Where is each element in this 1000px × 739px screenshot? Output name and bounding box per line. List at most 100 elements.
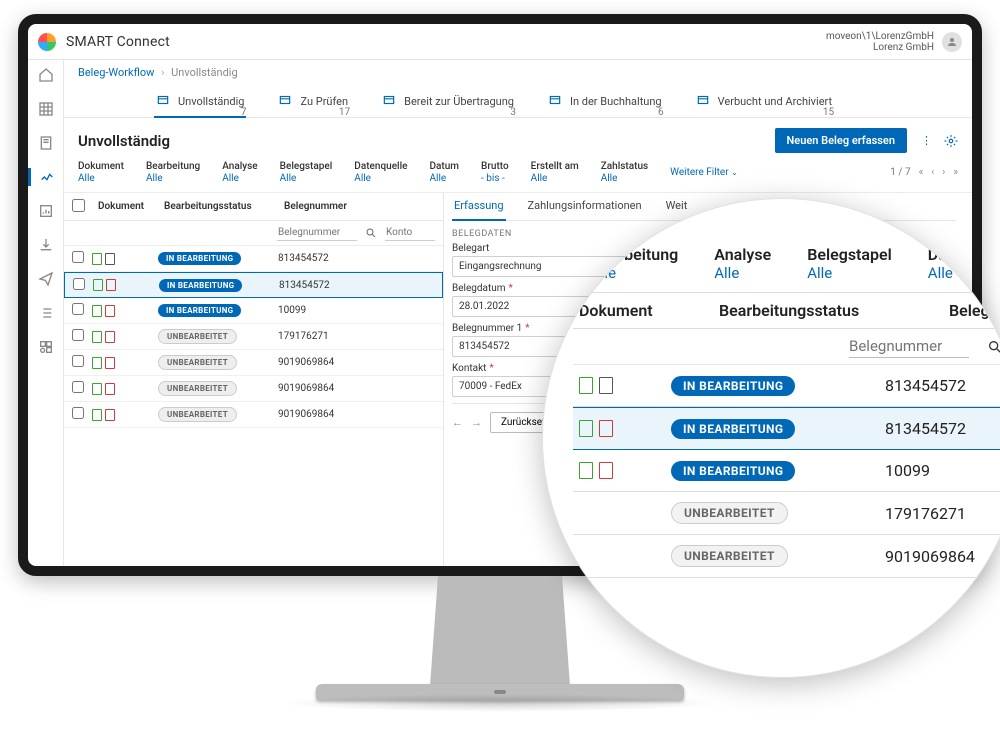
- zoom-filter-col[interactable]: AnalyseAlle: [714, 245, 771, 282]
- workflow-tab[interactable]: In der Buchhaltung6: [546, 87, 664, 117]
- zoom-filter-col[interactable]: BearbeitungAlle: [591, 245, 678, 282]
- workflow-tab[interactable]: Verbucht und Archiviert15: [694, 87, 835, 117]
- document-table: Dokument Bearbeitungsstatus Belegnummer: [64, 193, 444, 566]
- detail-tab[interactable]: Erfassung: [452, 193, 506, 220]
- settings-icon[interactable]: [37, 338, 55, 356]
- belegnummer-cell: 10099: [278, 305, 435, 316]
- status-badge: IN BEARBEITUNG: [158, 252, 241, 265]
- home-icon[interactable]: [37, 66, 55, 84]
- brand-logo-icon: [38, 33, 56, 51]
- row-checkbox[interactable]: [73, 278, 85, 290]
- detail-tab[interactable]: Weit: [664, 193, 690, 220]
- col-dokument[interactable]: Dokument: [98, 201, 156, 212]
- zoom-row[interactable]: UNBEARBEITET9019069864: [573, 535, 1000, 578]
- page-title: Unvollständig: [78, 132, 170, 150]
- filter[interactable]: Brutto- bis -: [481, 161, 509, 184]
- prev-record-icon[interactable]: ←: [452, 416, 463, 429]
- report-icon[interactable]: [37, 202, 55, 220]
- zoom-row[interactable]: IN BEARBEITUNG 10099: [573, 450, 1000, 492]
- table-row[interactable]: UNBEARBEITET179176271: [64, 324, 443, 350]
- status-badge: UNBEARBEITET: [158, 355, 237, 370]
- workflow-tab[interactable]: Zu Prüfen17: [276, 87, 350, 117]
- status-badge: UNBEARBEITET: [158, 381, 237, 396]
- filter[interactable]: DatumAlle: [430, 161, 460, 184]
- tab-icon: [382, 93, 398, 109]
- belegnummer-cell: 179176271: [278, 331, 435, 342]
- belegnummer-cell: 9019069864: [278, 383, 435, 394]
- workflow-icon[interactable]: [28, 168, 64, 186]
- doc-icon: [92, 331, 102, 343]
- filter[interactable]: BelegstapelAlle: [280, 161, 333, 184]
- send-icon[interactable]: [37, 270, 55, 288]
- status-badge: IN BEARBEITUNG: [671, 461, 795, 481]
- col-belegnummer[interactable]: Belegnummer: [284, 201, 435, 212]
- zoom-filter-col[interactable]: BelegstapelAlle: [807, 245, 892, 282]
- filter[interactable]: DatenquelleAlle: [354, 161, 407, 184]
- doc-icon: [92, 409, 102, 421]
- avatar-icon[interactable]: [942, 32, 962, 52]
- select-all-checkbox[interactable]: [72, 199, 85, 212]
- table-row[interactable]: IN BEARBEITUNG 10099: [64, 298, 443, 324]
- table-row[interactable]: IN BEARBEITUNG813454572: [64, 272, 443, 298]
- status-badge: IN BEARBEITUNG: [158, 304, 241, 317]
- list-icon[interactable]: [37, 304, 55, 322]
- row-checkbox[interactable]: [72, 355, 84, 367]
- gear-icon[interactable]: [944, 134, 958, 148]
- last-page-icon[interactable]: »: [953, 167, 958, 178]
- breadcrumb-root[interactable]: Beleg-Workflow: [78, 66, 154, 79]
- zoom-filter-col[interactable]: DatenqAlle: [928, 245, 979, 282]
- zoom-row[interactable]: IN BEARBEITUNG813454572: [573, 407, 1000, 450]
- sidebar: [28, 60, 64, 566]
- col-status[interactable]: Bearbeitungsstatus: [164, 201, 276, 212]
- file-icon[interactable]: [37, 134, 55, 152]
- table-row[interactable]: UNBEARBEITET9019069864: [64, 350, 443, 376]
- konto-filter-input[interactable]: [385, 225, 435, 241]
- user-area[interactable]: moveon\1\LorenzGmbH Lorenz GmbH: [826, 31, 962, 53]
- belegnummer-cell: 813454572: [278, 253, 435, 264]
- detail-tab[interactable]: Zahlungsinformationen: [526, 193, 644, 220]
- belegnummer-cell: 10099: [885, 461, 1000, 480]
- filter[interactable]: AnalyseAlle: [222, 161, 257, 184]
- filter[interactable]: DokumentAlle: [78, 161, 124, 184]
- row-checkbox[interactable]: [72, 329, 84, 341]
- zoom-row[interactable]: IN BEARBEITUNG813454572: [573, 365, 1000, 407]
- belegnummer1-label: Belegnummer 1: [452, 323, 522, 334]
- table-row[interactable]: UNBEARBEITET9019069864: [64, 402, 443, 428]
- workflow-tab[interactable]: Unvollständig7: [154, 87, 246, 117]
- workflow-tab[interactable]: Bereit zur Übertragung3: [380, 87, 516, 117]
- table-row[interactable]: IN BEARBEITUNG 813454572: [64, 246, 443, 272]
- belegnummer-cell: 179176271: [885, 504, 1000, 523]
- filter[interactable]: BearbeitungAlle: [146, 161, 200, 184]
- doc-icon: [599, 420, 613, 437]
- table-row[interactable]: UNBEARBEITET 9019069864: [64, 376, 443, 402]
- download-icon[interactable]: [37, 236, 55, 254]
- kontakt-label: Kontakt: [452, 363, 486, 374]
- more-icon[interactable]: ⋮: [921, 134, 932, 148]
- row-checkbox[interactable]: [72, 407, 84, 419]
- grid-icon[interactable]: [37, 100, 55, 118]
- next-record-icon[interactable]: →: [471, 416, 482, 429]
- filter[interactable]: Erstellt amAlle: [531, 161, 579, 184]
- monitor-shadow: [280, 694, 720, 712]
- first-page-icon[interactable]: «: [919, 167, 924, 178]
- doc-icon: [105, 409, 115, 421]
- filter[interactable]: ZahlstatusAlle: [601, 161, 648, 184]
- more-filters[interactable]: Weitere Filter ⌄: [670, 167, 738, 178]
- doc-icon: [599, 462, 613, 479]
- doc-icon: [92, 305, 102, 317]
- zoom-search-icon[interactable]: [987, 339, 1000, 355]
- zoom-col-belegnummer: Belegnummer: [949, 301, 1000, 320]
- filter-bar: DokumentAlle BearbeitungAlle AnalyseAlle Be…: [64, 159, 972, 193]
- new-document-button[interactable]: Neuen Beleg erfassen: [775, 128, 907, 153]
- doc-icon: [106, 279, 116, 291]
- row-checkbox[interactable]: [72, 381, 84, 393]
- next-page-icon[interactable]: ›: [942, 167, 945, 178]
- belegnummer-filter-input[interactable]: [277, 225, 357, 241]
- zoom-row[interactable]: UNBEARBEITET179176271: [573, 492, 1000, 535]
- belegnummer-cell: 813454572: [885, 419, 1000, 438]
- prev-page-icon[interactable]: ‹: [931, 167, 934, 178]
- row-checkbox[interactable]: [72, 303, 84, 315]
- search-icon[interactable]: [365, 227, 377, 239]
- row-checkbox[interactable]: [72, 251, 84, 263]
- zoom-belegnummer-filter[interactable]: [849, 335, 969, 358]
